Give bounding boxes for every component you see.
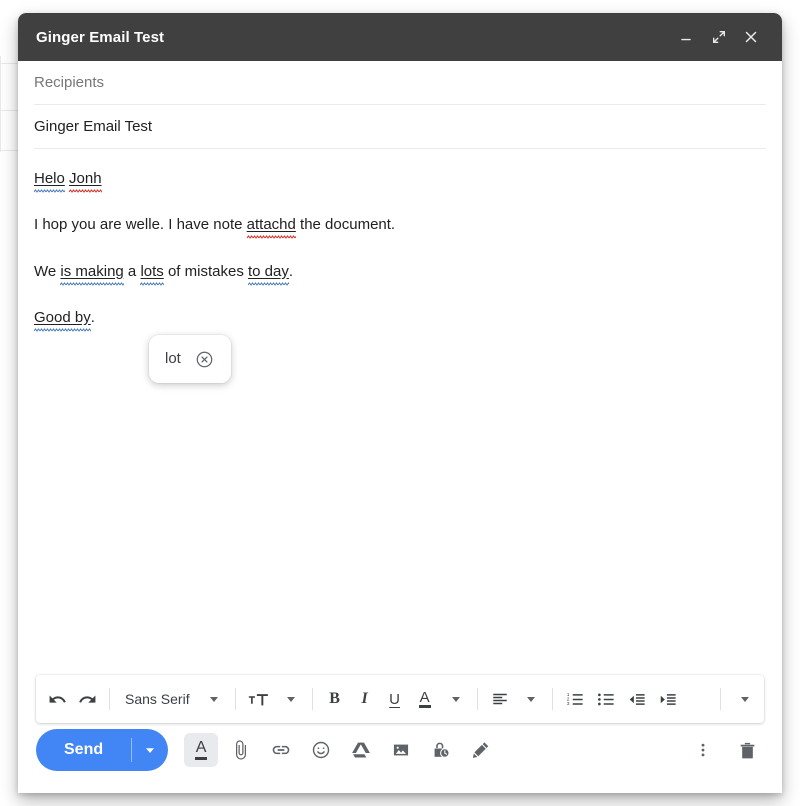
toolbar-separator [551, 688, 553, 710]
underline-label: U [389, 690, 401, 708]
close-circle-icon[interactable] [195, 349, 215, 369]
send-button[interactable]: Send [36, 729, 131, 771]
toolbar-separator [476, 688, 478, 710]
subject-value: Ginger Email Test [34, 118, 153, 135]
underline-button[interactable]: U [380, 683, 410, 715]
bold-label: B [329, 690, 340, 707]
font-family-caret-icon[interactable] [198, 683, 228, 715]
body-paragraph: I hop you are welle. I have note attachd… [34, 215, 766, 235]
recipients-field[interactable]: Recipients [34, 61, 766, 105]
body-text: a [123, 262, 141, 280]
compose-window: Ginger Email Test Recipients Ginger Emai… [18, 13, 782, 793]
compose-titlebar: Ginger Email Test [18, 13, 782, 61]
recipients-placeholder: Recipients [34, 74, 105, 91]
signature-pen-icon[interactable] [464, 733, 498, 767]
body-paragraph: Good by. [34, 308, 766, 328]
fullscreen-icon[interactable] [704, 22, 734, 52]
svg-text:3: 3 [566, 701, 569, 707]
suggestion-word[interactable]: lot [165, 349, 181, 369]
bulleted-list-icon[interactable] [591, 683, 622, 715]
text-color-caret-icon[interactable] [440, 683, 470, 715]
compose-action-bar: Send A [18, 723, 782, 793]
text-size-icon[interactable] [243, 683, 275, 715]
formatting-label: A [194, 739, 208, 760]
body-text: . [90, 308, 95, 326]
numbered-list-icon[interactable]: 1 2 3 [560, 683, 591, 715]
send-options-icon[interactable] [132, 729, 168, 771]
grammar-suggestion-word[interactable]: is making [60, 263, 123, 280]
italic-button[interactable]: I [350, 683, 380, 715]
font-family-dropdown[interactable]: Sans Serif [117, 683, 198, 715]
body-text: . [288, 262, 294, 280]
grammar-suggestion-word[interactable]: lots [140, 263, 163, 280]
undo-icon[interactable] [42, 683, 72, 715]
indent-more-icon[interactable] [653, 683, 684, 715]
align-left-icon[interactable] [485, 683, 515, 715]
trash-icon[interactable] [730, 733, 764, 767]
paperclip-icon[interactable] [224, 733, 258, 767]
toolbar-separator [109, 688, 110, 710]
align-caret-icon[interactable] [515, 683, 545, 715]
emoji-icon[interactable] [304, 733, 338, 767]
body-paragraphs: Helo Jonh I hop you are welle. I have not… [34, 169, 766, 328]
window-controls [672, 22, 766, 52]
grammar-suggestion-word[interactable]: Good by [34, 309, 91, 326]
minimize-icon[interactable] [672, 22, 702, 52]
toolbar-separator [234, 688, 236, 710]
italic-label: I [361, 690, 368, 707]
background-divider [0, 56, 1, 152]
text-color-label: A [418, 689, 431, 709]
more-vertical-icon[interactable] [686, 733, 720, 767]
text-size-caret-icon[interactable] [275, 683, 305, 715]
background-row-line [0, 110, 20, 111]
link-icon[interactable] [264, 733, 298, 767]
screen: Ginger Email Test Recipients Ginger Emai… [0, 0, 800, 806]
insert-photo-icon[interactable] [384, 733, 418, 767]
body-paragraph: Helo Jonh [34, 169, 766, 189]
confidential-mode-icon[interactable] [424, 733, 458, 767]
spelling-error-word[interactable]: Jonh [69, 170, 102, 187]
toolbar-separator [720, 688, 721, 710]
send-label: Send [64, 741, 104, 758]
spelling-error-word[interactable]: attachd [247, 216, 296, 233]
grammar-suggestion-word[interactable]: to day [248, 263, 289, 280]
spellcheck-suggestion-popup[interactable]: lot [149, 335, 231, 383]
bold-button[interactable]: B [320, 683, 350, 715]
background-row-line [0, 150, 18, 151]
compose-title: Ginger Email Test [36, 28, 165, 46]
body-paragraph: We is making a lots of mistakes to day. [34, 262, 766, 282]
google-drive-icon[interactable] [344, 733, 378, 767]
formatting-options-button[interactable]: A [184, 733, 219, 767]
toolbar-separator [311, 688, 313, 710]
body-text: I hop you are welle. I have note [34, 216, 247, 234]
body-text: of mistakes [163, 262, 248, 280]
redo-icon[interactable] [72, 683, 102, 715]
send-button-group[interactable]: Send [36, 729, 169, 771]
close-icon[interactable] [736, 22, 766, 52]
font-family-value: Sans Serif [125, 691, 190, 707]
message-body[interactable]: Helo Jonh I hop you are welle. I have not… [18, 149, 782, 675]
body-text: We [34, 262, 61, 280]
formatting-toolbar-wrap: Sans Serif B I U A 1 2 3 [18, 675, 782, 723]
chevron-down-icon[interactable] [728, 683, 758, 715]
body-text: the document. [295, 216, 396, 234]
formatting-toolbar: Sans Serif B I U A 1 2 3 [36, 675, 764, 723]
text-color-button[interactable]: A [410, 683, 440, 715]
grammar-suggestion-word[interactable]: Helo [34, 170, 65, 187]
subject-field[interactable]: Ginger Email Test [34, 105, 766, 149]
indent-less-icon[interactable] [622, 683, 653, 715]
